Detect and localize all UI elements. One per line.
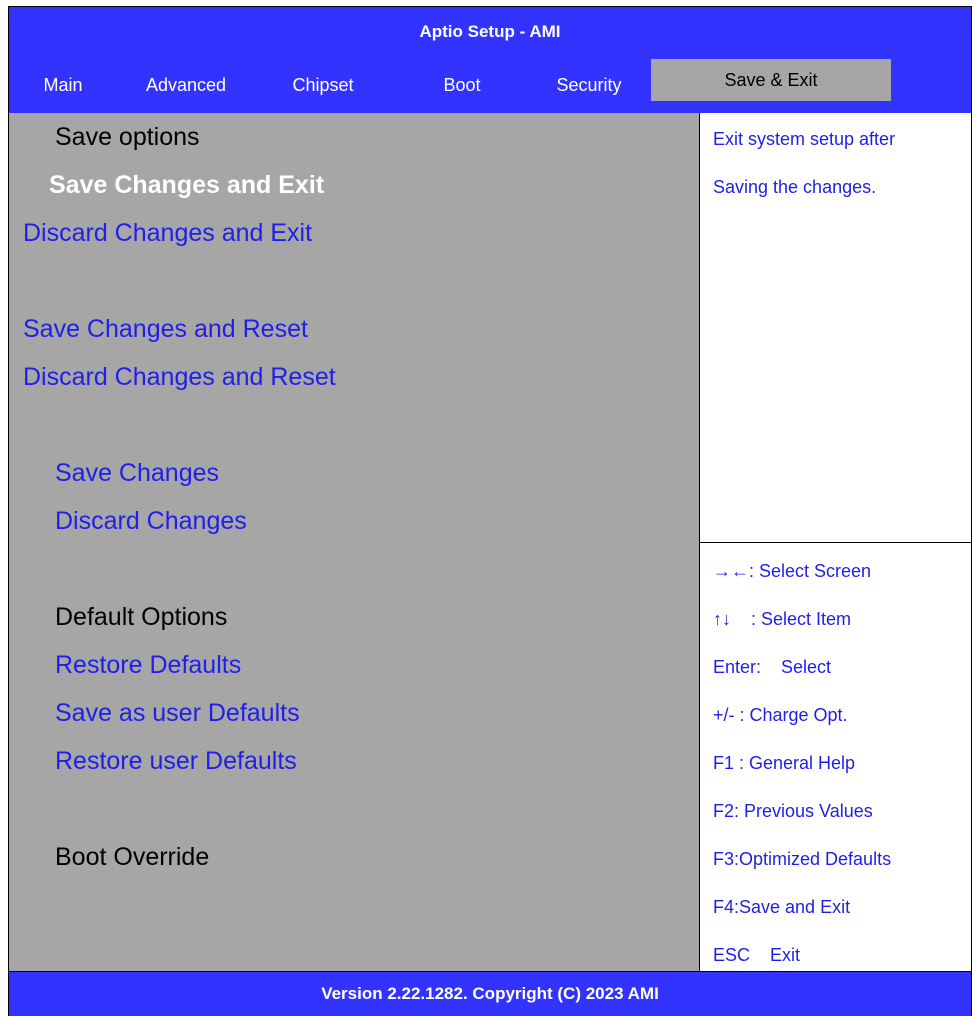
menu-panel: Save options Save Changes and Exit Disca… [9,113,699,971]
menu-item-save-changes-and-exit[interactable]: Save Changes and Exit [49,171,324,200]
menu-item-restore-user-defaults[interactable]: Restore user Defaults [55,747,297,776]
menu-item-restore-defaults[interactable]: Restore Defaults [55,651,241,680]
version-footer: Version 2.22.1282. Copyright (C) 2023 AM… [9,971,971,1016]
menu-item-save-changes-and-reset[interactable]: Save Changes and Reset [23,315,308,344]
key-hint-general-help: F1 : General Help [713,753,856,773]
menu-item-save-changes[interactable]: Save Changes [55,459,219,488]
menu-item-discard-changes-and-exit[interactable]: Discard Changes and Exit [23,219,312,248]
window-title: Aptio Setup - AMI [9,7,971,57]
key-hint-enter: Enter: Select [713,657,832,677]
tab-bar: Main Advanced Chipset Boot Security Save… [9,57,971,113]
key-hint-select-screen: →←: Select Screen [713,561,872,581]
tab-advanced[interactable]: Advanced [127,57,245,113]
save-options-header: Save options [55,123,200,151]
tab-boot[interactable]: Boot [427,57,497,113]
key-hint-esc-exit: ESC Exit [713,945,801,965]
tab-main[interactable]: Main [31,57,95,113]
boot-override-header: Boot Override [55,843,210,871]
bios-window: Aptio Setup - AMI Main Advanced Chipset … [8,6,972,1016]
key-hint-change-opt: +/- : Charge Opt. [713,705,848,725]
help-panel: Exit system setup after Saving the chang… [699,113,972,971]
help-divider [700,542,972,543]
menu-item-discard-changes-and-reset[interactable]: Discard Changes and Reset [23,363,336,392]
menu-item-discard-changes[interactable]: Discard Changes [55,507,247,536]
key-hint-select-item: ↑↓ : Select Item [713,609,852,629]
menu-item-save-as-user-defaults[interactable]: Save as user Defaults [55,699,300,728]
key-hint-previous-values: F2: Previous Values [713,801,873,821]
default-options-header: Default Options [55,603,228,631]
tab-security[interactable]: Security [531,57,647,113]
help-text-line-1: Exit system setup after [713,129,896,149]
key-hint-save-and-exit: F4:Save and Exit [713,897,851,917]
help-text-line-2: Saving the changes. [713,177,877,197]
key-hint-optimized-defaults: F3:Optimized Defaults [713,849,892,869]
tab-save-exit[interactable]: Save & Exit [651,59,891,101]
tab-chipset[interactable]: Chipset [277,57,369,113]
